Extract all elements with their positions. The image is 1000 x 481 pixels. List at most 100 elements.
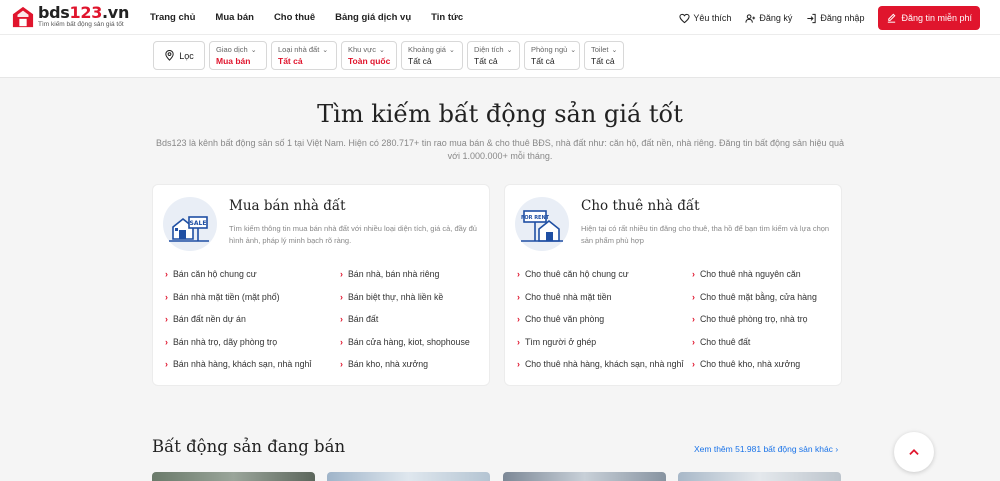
sale-link-hotel[interactable]: › Bán nhà hàng, khách sạn, nhà nghỉ — [165, 358, 340, 371]
page-subtitle: Bds123 là kênh bất động sản số 1 tại Việ… — [155, 138, 845, 161]
rent-card-desc: Hiện tại có rất nhiều tin đăng cho thuê,… — [581, 224, 830, 245]
sale-link-project-land[interactable]: › Bán đất nền dự án — [165, 313, 340, 326]
listing-thumbnail[interactable] — [678, 472, 841, 481]
filter-toilet[interactable]: Toilet ⌄ Tất cả — [584, 41, 624, 70]
nav-rent[interactable]: Cho thuê — [274, 12, 315, 23]
filter-property-type-label: Loại nhà đất — [278, 45, 320, 54]
sale-link-street-house[interactable]: › Bán nhà mặt tiền (mặt phố) — [165, 291, 340, 304]
chevron-down-icon: ⌄ — [250, 46, 257, 54]
rent-link-land[interactable]: › Cho thuê đất — [692, 336, 837, 349]
chevron-right-icon: › — [165, 336, 168, 347]
sale-card-title: Mua bán nhà đất — [229, 198, 346, 214]
chevron-right-icon: › — [340, 336, 343, 347]
main-nav: Trang chủ Mua bán Cho thuê Bảng giá dịch… — [150, 12, 483, 23]
nav-pricing[interactable]: Bảng giá dịch vụ — [335, 12, 411, 23]
logo-name: bds123.vn — [38, 3, 130, 22]
filter-area-value: Toàn quốc — [348, 56, 391, 66]
chevron-right-icon: › — [340, 359, 343, 369]
chevron-right-icon: › — [835, 444, 839, 454]
rent-link-apartment[interactable]: › Cho thuê căn hộ chung cư — [517, 268, 692, 281]
filter-button[interactable]: Lọc — [153, 41, 205, 70]
filter-transaction-label: Giao dịch — [216, 45, 248, 54]
chevron-down-icon: ⌄ — [570, 46, 577, 54]
chevron-down-icon: ⌄ — [378, 46, 385, 54]
listing-thumbnail[interactable] — [152, 472, 315, 481]
filter-transaction[interactable]: Giao dịch ⌄ Mua bán — [209, 41, 267, 70]
nav-home[interactable]: Trang chủ — [150, 12, 195, 23]
favorite-label: Yêu thích — [693, 13, 732, 23]
listing-thumbnail[interactable] — [503, 472, 666, 481]
post-free-button[interactable]: Đăng tin miễn phí — [878, 6, 980, 30]
logo[interactable]: bds123.vn Tìm kiếm bất động sản giá tốt — [12, 5, 129, 29]
sale-link-shop[interactable]: › Bán cửa hàng, kiot, shophouse — [340, 336, 485, 349]
filter-size[interactable]: Diện tích ⌄ Tất cả — [467, 41, 520, 70]
rent-link-office[interactable]: › Cho thuê văn phòng — [517, 313, 692, 326]
chevron-right-icon: › — [340, 291, 343, 302]
filter-size-label: Diện tích — [474, 45, 504, 54]
filter-price-value: Tất cả — [408, 56, 432, 66]
filter-toilet-value: Tất cả — [591, 56, 615, 66]
filter-property-type[interactable]: Loại nhà đất ⌄ Tất cả — [271, 41, 337, 70]
rent-link-warehouse[interactable]: › Cho thuê kho, nhà xưởng — [692, 358, 837, 371]
rent-link-room[interactable]: › Cho thuê phòng trọ, nhà trọ — [692, 313, 837, 326]
sale-link-villa[interactable]: › Bán biệt thự, nhà liền kề — [340, 291, 485, 304]
nav-news[interactable]: Tin tức — [431, 12, 463, 23]
listing-thumbnail[interactable] — [327, 472, 490, 481]
chevron-right-icon: › — [517, 291, 520, 302]
chevron-right-icon: › — [165, 291, 168, 302]
favorite-link[interactable]: Yêu thích — [679, 13, 731, 24]
rent-link-hotel[interactable]: › Cho thuê nhà hàng, khách sạn, nhà nghỉ — [517, 358, 692, 371]
filter-transaction-value: Mua bán — [216, 56, 251, 66]
section-title: Bất động sản đang bán — [152, 437, 346, 456]
sale-card: SALE Mua bán nhà đất Tìm kiếm thông tin … — [152, 184, 490, 386]
chevron-right-icon: › — [340, 269, 343, 279]
svg-text:FOR RENT: FOR RENT — [521, 215, 550, 221]
filter-price[interactable]: Khoảng giá ⌄ Tất cả — [401, 41, 463, 70]
filter-area[interactable]: Khu vực ⌄ Toàn quốc — [341, 41, 397, 70]
chevron-right-icon: › — [517, 269, 520, 279]
map-pin-icon — [165, 50, 174, 61]
filter-toilet-label: Toilet — [591, 45, 609, 54]
rent-link-premises[interactable]: › Cho thuê mặt bằng, cửa hàng — [692, 291, 837, 304]
chevron-right-icon: › — [165, 269, 168, 279]
chevron-up-icon — [909, 449, 919, 455]
chevron-right-icon: › — [692, 336, 695, 347]
heart-icon — [679, 13, 690, 23]
filter-price-label: Khoảng giá — [408, 45, 446, 54]
login-icon — [807, 13, 817, 23]
chevron-right-icon: › — [692, 314, 695, 324]
sale-card-desc: Tìm kiếm thông tin mua bán nhà đất với n… — [229, 224, 477, 245]
filter-bedrooms[interactable]: Phòng ngủ ⌄ Tất cả — [524, 41, 580, 70]
filter-size-value: Tất cả — [474, 56, 498, 66]
filter-bedrooms-label: Phòng ngủ — [531, 45, 568, 54]
chevron-right-icon: › — [517, 359, 520, 369]
sale-links: › Bán căn hộ chung cư › Bán nhà, bán nhà r… — [165, 268, 485, 371]
rent-link-street-house[interactable]: › Cho thuê nhà mặt tiền — [517, 291, 692, 304]
see-more-link[interactable]: Xem thêm 51.981 bất động sản khác › — [694, 444, 838, 454]
filter-bar: Lọc Giao dịch ⌄ Mua bán Loại nhà đất ⌄ Tất… — [0, 35, 1000, 78]
chevron-right-icon: › — [165, 359, 168, 369]
filter-button-label: Lọc — [179, 50, 194, 61]
chevron-down-icon: ⌄ — [322, 46, 329, 54]
register-link[interactable]: Đăng ký — [745, 13, 792, 24]
sale-link-house[interactable]: › Bán nhà, bán nhà riêng — [340, 268, 485, 281]
rent-link-whole-house[interactable]: › Cho thuê nhà nguyên căn — [692, 268, 837, 281]
rent-card: FOR RENT Cho thuê nhà đất Hiện tại có rấ… — [504, 184, 842, 386]
chevron-right-icon: › — [165, 314, 168, 324]
sale-link-apartment[interactable]: › Bán căn hộ chung cư — [165, 268, 340, 281]
sale-link-boarding[interactable]: › Bán nhà trọ, dãy phòng trọ — [165, 336, 340, 349]
login-link[interactable]: Đăng nhập — [806, 13, 864, 24]
chevron-right-icon: › — [340, 314, 343, 324]
sale-link-land[interactable]: › Bán đất — [340, 313, 485, 326]
sale-link-warehouse[interactable]: › Bán kho, nhà xưởng — [340, 358, 485, 371]
site-header: bds123.vn Tìm kiếm bất động sản giá tốt … — [0, 0, 1000, 35]
filter-property-type-value: Tất cả — [278, 56, 303, 66]
user-plus-icon — [745, 13, 756, 23]
rent-link-roommate[interactable]: › Tìm người ở ghép — [517, 336, 692, 349]
chevron-right-icon: › — [692, 291, 695, 302]
sale-house-icon: SALE — [163, 197, 217, 251]
page-title: Tìm kiếm bất động sản giá tốt — [317, 100, 683, 128]
filter-bedrooms-value: Tất cả — [531, 56, 555, 66]
nav-sale[interactable]: Mua bán — [215, 12, 254, 23]
scroll-top-button[interactable] — [894, 432, 934, 472]
